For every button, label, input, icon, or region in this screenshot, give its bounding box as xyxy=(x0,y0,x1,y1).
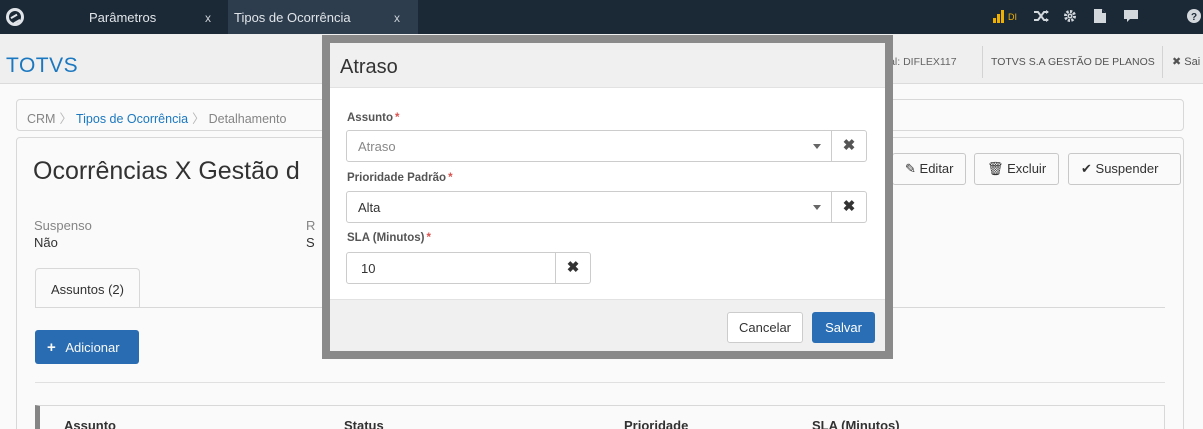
required-marker: * xyxy=(395,112,400,124)
close-icon: ✖ xyxy=(842,137,856,154)
field-label-prioridade: Prioridade Padrão * xyxy=(347,172,453,184)
save-button[interactable]: Salvar xyxy=(812,312,875,343)
label-text: Prioridade Padrão xyxy=(347,172,447,184)
chevron-down-icon xyxy=(813,144,821,149)
cancel-button[interactable]: Cancelar xyxy=(727,312,803,343)
close-icon: ✖ xyxy=(842,198,856,215)
prioridade-value: Alta xyxy=(358,200,381,215)
modal-footer: Cancelar Salvar xyxy=(330,299,885,351)
required-marker: * xyxy=(426,232,431,244)
clear-prioridade-button[interactable]: ✖ xyxy=(831,191,867,223)
close-icon: ✖ xyxy=(566,259,580,276)
field-label-assunto: Assunto * xyxy=(347,112,399,124)
field-label-sla: SLA (Minutos) * xyxy=(347,232,431,244)
modal-dialog: Atraso Assunto * Atraso ✖ Prioridade Padr… xyxy=(322,35,893,359)
assunto-select[interactable]: Atraso xyxy=(346,130,832,162)
required-marker: * xyxy=(448,172,453,184)
prioridade-select[interactable]: Alta xyxy=(346,191,832,223)
clear-assunto-button[interactable]: ✖ xyxy=(831,130,867,162)
label-text: SLA (Minutos) xyxy=(347,232,425,244)
modal-header: Atraso xyxy=(330,43,885,88)
chevron-down-icon xyxy=(813,205,821,210)
label-text: Assunto xyxy=(347,112,393,124)
clear-sla-button[interactable]: ✖ xyxy=(555,252,591,284)
assunto-value: Atraso xyxy=(358,139,396,154)
modal-title: Atraso xyxy=(340,56,398,78)
sla-input[interactable]: 10 xyxy=(346,252,556,284)
modal-content: Atraso Assunto * Atraso ✖ Prioridade Padr… xyxy=(330,43,885,351)
